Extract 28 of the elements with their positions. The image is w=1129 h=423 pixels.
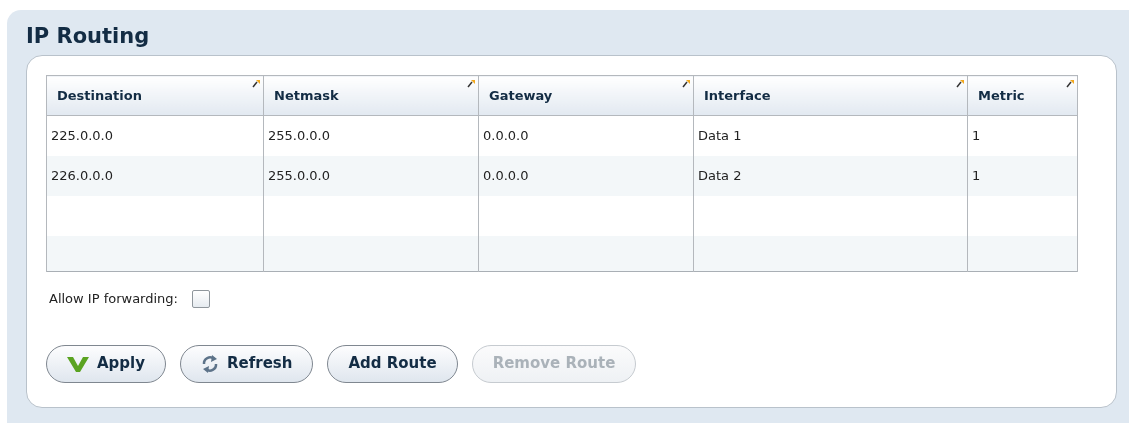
sort-icon[interactable]	[252, 79, 261, 88]
sort-icon[interactable]	[1066, 79, 1075, 88]
panel-title: IP Routing	[26, 23, 151, 50]
table-cell: 1	[967, 155, 1078, 196]
action-button[interactable]: Refresh	[180, 344, 314, 383]
column-header[interactable]: Netmask	[263, 75, 479, 116]
table-cell: 255.0.0.0	[263, 155, 479, 196]
sort-icon[interactable]	[682, 79, 691, 88]
table-cell: 225.0.0.0	[46, 115, 264, 156]
column-header[interactable]: Destination	[46, 75, 264, 116]
table-cell: Data 1	[693, 115, 968, 156]
table-cell: 0.0.0.0	[478, 155, 694, 196]
refresh-icon	[201, 353, 219, 374]
table-cell: 1	[967, 115, 1078, 156]
table-cell: 0.0.0.0	[478, 115, 694, 156]
column-header[interactable]: Gateway	[478, 75, 694, 116]
forwarding-checkbox[interactable]	[191, 289, 210, 308]
table-cell: 255.0.0.0	[263, 115, 479, 156]
column-header[interactable]: Interface	[693, 75, 968, 116]
action-button[interactable]: Add Route	[327, 344, 458, 383]
table-cell: Data 2	[693, 155, 968, 196]
sort-icon[interactable]	[467, 79, 476, 88]
action-button[interactable]: Apply	[46, 344, 166, 383]
table-cell: 226.0.0.0	[46, 155, 264, 196]
sort-icon[interactable]	[956, 79, 965, 88]
check-icon	[67, 354, 89, 373]
column-header[interactable]: Metric	[967, 75, 1078, 116]
checkbox-label: Allow IP forwarding:	[49, 290, 178, 308]
